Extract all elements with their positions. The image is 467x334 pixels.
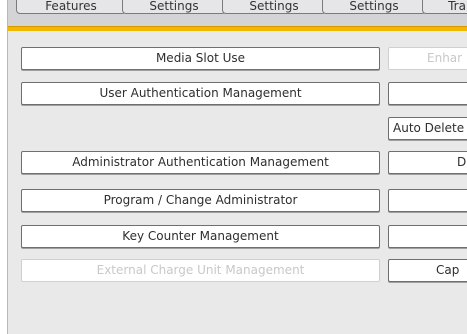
tab-settings-3[interactable]: Settings xyxy=(322,0,426,14)
tab-features[interactable]: Features xyxy=(16,0,126,14)
active-tab-indicator xyxy=(8,26,467,31)
program-change-administrator-button[interactable]: Program / Change Administrator xyxy=(21,189,380,212)
right-button-2[interactable] xyxy=(388,82,467,105)
media-slot-use-button[interactable]: Media Slot Use xyxy=(21,47,380,70)
enhanced-button: Enhar xyxy=(388,47,467,70)
right-button-5[interactable] xyxy=(388,189,467,212)
tab-tra[interactable]: Tra xyxy=(422,0,467,14)
key-counter-management-button[interactable]: Key Counter Management xyxy=(21,225,380,248)
settings-panel: Features Settings Settings Settings Tra … xyxy=(7,0,467,334)
user-authentication-management-button[interactable]: User Authentication Management xyxy=(21,82,380,105)
tab-settings-2[interactable]: Settings xyxy=(222,0,326,14)
tab-bar: Features Settings Settings Settings Tra xyxy=(8,0,467,26)
auto-delete-button[interactable]: Auto Delete xyxy=(388,117,467,140)
tab-settings-1[interactable]: Settings xyxy=(122,0,226,14)
right-button-6[interactable] xyxy=(388,225,467,248)
delete-button[interactable]: De xyxy=(388,151,467,174)
administrator-authentication-management-button[interactable]: Administrator Authentication Management xyxy=(21,151,380,174)
external-charge-unit-management-button: External Charge Unit Management xyxy=(21,259,380,282)
capture-button[interactable]: Cap xyxy=(388,259,467,282)
